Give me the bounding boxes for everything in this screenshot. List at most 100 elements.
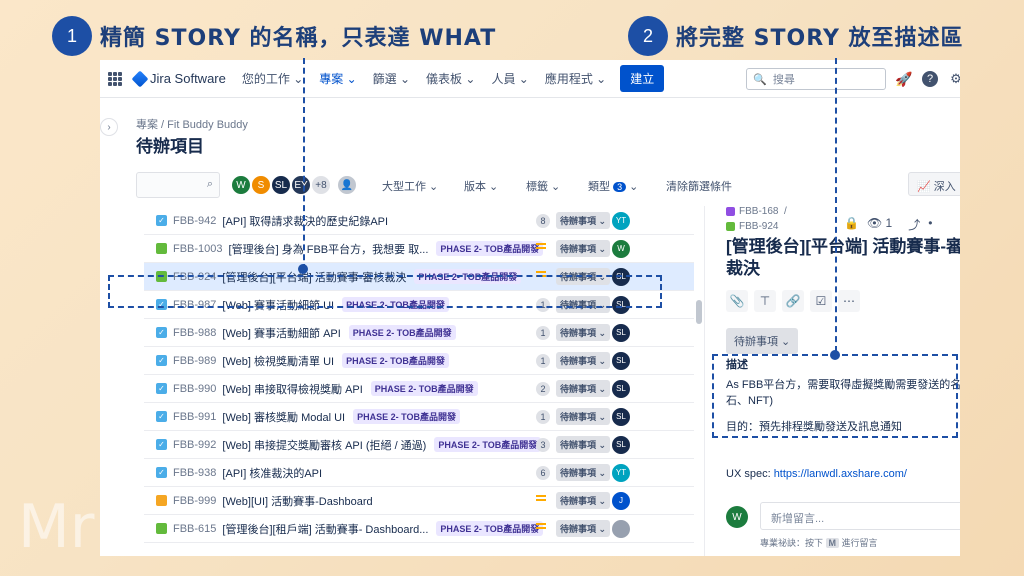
issue-summary[interactable]: [Web][UI] 活動賽事-Dashboard (222, 493, 372, 509)
table-row[interactable]: FBB-999 [Web][UI] 活動賽事-Dashboard 待辦事項 ⌄ J (144, 487, 694, 515)
issue-summary[interactable]: [Web] 串接提交獎勵審核 API (拒絕 / 通過) (222, 437, 426, 453)
table-row[interactable]: ✓ FBB-990 [Web] 串接取得檢視獎勵 API PHASE 2- TOB產品… (144, 375, 694, 403)
insights-button[interactable]: 📈 深入 (908, 172, 960, 196)
more-icon[interactable]: • (928, 216, 932, 233)
status-dropdown[interactable]: 待辦事項 ⌄ (556, 464, 611, 481)
status-dropdown[interactable]: 待辦事項 ⌄ (556, 352, 611, 369)
table-row[interactable]: ✓ FBB-942 [API] 取得請求裁決的歷史紀錄API 8 待辦事項 ⌄ YT (144, 207, 694, 235)
table-row[interactable]: ✓ FBB-988 [Web] 賽事活動細節 API PHASE 2- TOB產品開發… (144, 319, 694, 347)
create-button[interactable]: 建立 (620, 65, 665, 92)
avatar[interactable]: SL (612, 323, 630, 342)
issue-summary[interactable]: [管理後台] 身為 FBB平台方，我想要 取... (229, 241, 429, 257)
more-avatars[interactable]: +8 (310, 174, 332, 196)
nav-dashboards[interactable]: 儀表板 ⌄ (426, 70, 475, 87)
link-icon[interactable]: 🔗 (782, 290, 804, 312)
avatar[interactable]: W (612, 239, 630, 258)
issue-key[interactable]: FBB-988 (173, 327, 216, 339)
avatar[interactable]: YT (612, 211, 630, 230)
avatar[interactable]: SL (612, 379, 630, 398)
issue-summary[interactable]: [API] 核准裁決的API (222, 465, 322, 481)
table-row[interactable]: ✓ FBB-989 [Web] 檢視獎勵清單 UI PHASE 2- TOB產品開發 1… (144, 347, 694, 375)
issue-key[interactable]: FBB-615 (173, 523, 216, 535)
avatar[interactable]: EY (290, 174, 312, 196)
avatar[interactable]: W (230, 174, 252, 196)
issue-key[interactable]: FBB-992 (173, 439, 216, 451)
issue-key[interactable]: FBB-942 (173, 215, 216, 227)
story-points[interactable]: 1 (536, 353, 550, 368)
status-dropdown[interactable]: 待辦事項 ⌄ (556, 408, 611, 425)
table-row[interactable]: FBB-615 [管理後台][租戶端] 活動賽事- Dashboard... PHA… (144, 515, 694, 543)
lock-icon[interactable]: 🔒 (844, 216, 859, 233)
clear-filters-button[interactable]: 清除篩選條件 (666, 178, 732, 194)
table-row[interactable]: ✓ FBB-991 [Web] 審核獎勵 Modal UI PHASE 2- TOB產… (144, 403, 694, 431)
issue-key[interactable]: FBB-1003 (173, 243, 223, 255)
status-dropdown[interactable]: 待辦事項 ⌄ (556, 436, 611, 453)
nav-apps[interactable]: 應用程式 ⌄ (545, 70, 606, 87)
backlog-search-input[interactable]: ⌕ (136, 172, 220, 198)
share-icon[interactable]: ⤴ (908, 216, 920, 233)
story-points[interactable]: 3 (536, 437, 550, 452)
story-points[interactable]: 6 (536, 465, 550, 480)
checklist-icon[interactable]: ☑ (810, 290, 832, 312)
status-dropdown[interactable]: 待辦事項 ⌄ (556, 492, 611, 509)
avatar[interactable]: J (612, 491, 630, 510)
status-dropdown[interactable]: 待辦事項 ⌄ (556, 324, 611, 341)
avatar[interactable]: SL (612, 435, 630, 454)
more-actions-icon[interactable]: ⋯ (838, 290, 860, 312)
issue-summary[interactable]: [API] 取得請求裁決的歷史紀錄API (222, 213, 388, 229)
attach-icon[interactable]: 📎 (726, 290, 748, 312)
add-people-icon[interactable]: 👤 (336, 174, 358, 196)
story-points[interactable]: 2 (536, 381, 550, 396)
issue-key[interactable]: FBB-990 (173, 383, 216, 395)
app-switcher-icon[interactable] (108, 71, 122, 86)
table-row[interactable]: ✓ FBB-938 [API] 核准裁決的API 6 待辦事項 ⌄ YT (144, 459, 694, 487)
avatar[interactable]: SL (270, 174, 292, 196)
epic-filter[interactable]: 大型工作 ⌄ (382, 178, 438, 194)
story-points[interactable]: 1 (536, 325, 550, 340)
issue-summary[interactable]: [Web] 賽事活動細節 API (222, 325, 340, 341)
version-filter[interactable]: 版本 ⌄ (464, 178, 498, 194)
issue-key-link[interactable]: FBB-924 (739, 221, 778, 232)
status-dropdown[interactable]: 待辦事項 ⌄ (726, 328, 799, 354)
nav-people[interactable]: 人員 ⌄ (491, 70, 528, 87)
jira-logo[interactable]: Jira Software (131, 70, 226, 87)
story-points[interactable]: 8 (536, 213, 550, 228)
issue-key[interactable]: FBB-991 (173, 411, 216, 423)
status-dropdown[interactable]: 待辦事項 ⌄ (556, 380, 611, 397)
notifications-icon[interactable]: 🚀 (895, 71, 912, 87)
issue-summary[interactable]: [管理後台][租戶端] 活動賽事- Dashboard... (222, 521, 428, 537)
nav-your-work[interactable]: 您的工作 ⌄ (242, 70, 303, 87)
search-input[interactable]: 🔍 搜尋 (746, 68, 886, 90)
status-dropdown[interactable]: 待辦事項 ⌄ (556, 212, 611, 229)
breadcrumb[interactable]: 專案 / Fit Buddy Buddy (136, 116, 248, 132)
nav-projects[interactable]: 專案 ⌄ (319, 70, 356, 87)
child-issue-icon[interactable]: ⊤ (754, 290, 776, 312)
settings-icon[interactable]: ⚙ (948, 71, 960, 87)
comment-input[interactable]: 新增留言... (760, 502, 960, 530)
ux-spec-link[interactable]: https://lanwdl.axshare.com/ (774, 468, 907, 480)
issue-key[interactable]: FBB-989 (173, 355, 216, 367)
expand-sidebar-icon[interactable]: › (100, 118, 118, 136)
help-icon[interactable]: ? (922, 71, 938, 87)
table-row[interactable]: FBB-1003 [管理後台] 身為 FBB平台方，我想要 取... PHASE 2… (144, 235, 694, 263)
avatar[interactable]: SL (612, 407, 630, 426)
avatar[interactable] (612, 519, 630, 538)
issue-key[interactable]: FBB-999 (173, 495, 216, 507)
avatar[interactable]: SL (612, 351, 630, 370)
issue-summary[interactable]: [Web] 檢視獎勵清單 UI (222, 353, 334, 369)
issue-key[interactable]: FBB-938 (173, 467, 216, 479)
issue-summary[interactable]: [Web] 串接取得檢視獎勵 API (222, 381, 362, 397)
story-points[interactable]: 1 (536, 409, 550, 424)
parent-epic-link[interactable]: FBB-168 (739, 206, 778, 217)
label-filter[interactable]: 標籤 ⌄ (526, 178, 560, 194)
avatar[interactable]: S (250, 174, 272, 196)
issue-title[interactable]: [管理後台][平台端] 活動賽事-審 裁決 (726, 236, 960, 280)
issue-summary[interactable]: [Web] 審核獎勵 Modal UI (222, 409, 345, 425)
watch-icon[interactable]: 👁 1 (867, 216, 900, 233)
table-row[interactable]: ✓ FBB-992 [Web] 串接提交獎勵審核 API (拒絕 / 通過) PHAS… (144, 431, 694, 459)
status-dropdown[interactable]: 待辦事項 ⌄ (556, 240, 611, 257)
avatar[interactable]: YT (612, 463, 630, 482)
panel-divider[interactable] (704, 206, 705, 556)
scrollbar[interactable] (696, 300, 702, 324)
status-dropdown[interactable]: 待辦事項 ⌄ (556, 520, 611, 537)
